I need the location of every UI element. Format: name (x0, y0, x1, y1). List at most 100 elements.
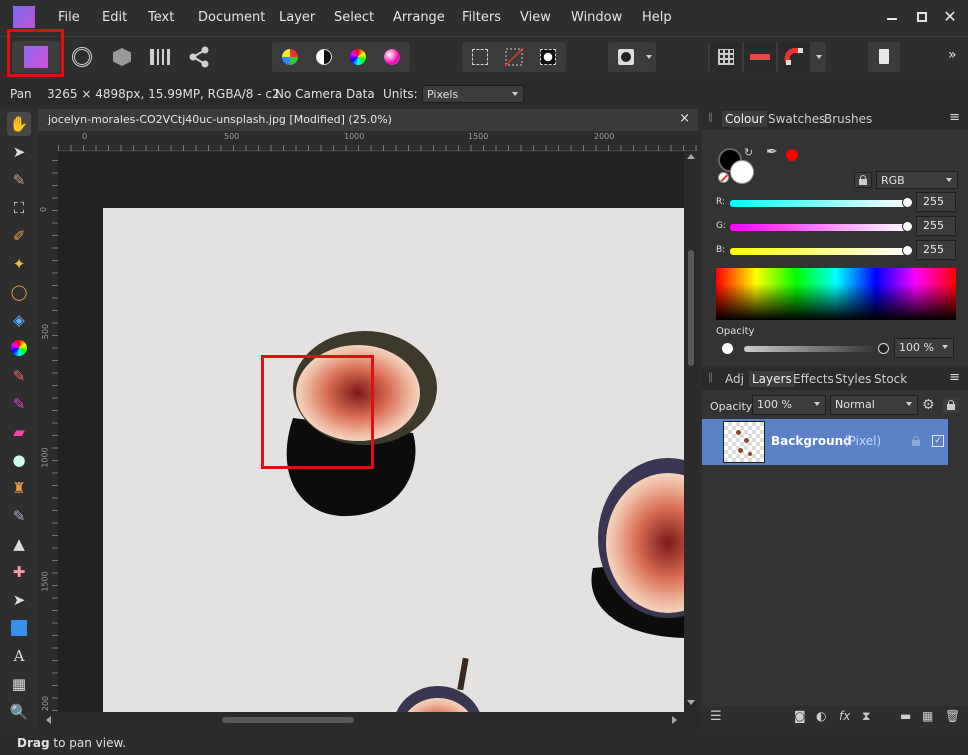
trash-button[interactable] (868, 42, 900, 72)
panel-menu-icon[interactable]: ≡ (949, 110, 960, 125)
no-fill-icon[interactable] (718, 172, 729, 183)
selection-brush-tool-icon[interactable]: ✐ (7, 224, 31, 248)
tab-layers[interactable]: Layers (749, 371, 795, 387)
tab-brushes[interactable]: Brushes (821, 111, 875, 127)
rectangle-tool-icon[interactable] (7, 616, 31, 640)
quick-mask-button[interactable] (610, 42, 642, 72)
lock-icon[interactable] (943, 397, 959, 413)
vertical-ruler[interactable]: 0 500 1000 1500 200 (38, 131, 58, 713)
assistant-button[interactable] (744, 42, 776, 72)
invert-selection-button[interactable] (532, 42, 564, 72)
horizontal-ruler[interactable]: px 0 500 1000 1500 2000 (38, 131, 698, 151)
red-value-input[interactable]: 255 (916, 192, 956, 212)
tab-swatches[interactable]: Swatches (765, 111, 828, 127)
scroll-up-icon[interactable] (687, 154, 695, 159)
menu-arrange[interactable]: Arrange (393, 10, 445, 25)
menu-document[interactable]: Document (198, 10, 265, 25)
delete-layer-icon[interactable]: 🗑 (945, 709, 960, 723)
red-slider-knob[interactable] (902, 197, 913, 208)
green-value-input[interactable]: 255 (916, 216, 956, 236)
menu-file[interactable]: File (58, 10, 80, 25)
layer-lock-icon[interactable] (912, 436, 920, 446)
tab-adjustments[interactable]: Adj (722, 371, 747, 387)
snapping-button[interactable] (778, 42, 810, 72)
crop-tool-icon[interactable]: ⛶ (7, 196, 31, 220)
live-filter-icon[interactable]: ⧗ (862, 709, 870, 724)
color-picker-tool-icon[interactable]: ✎ (7, 168, 31, 192)
levels-button[interactable] (274, 42, 306, 72)
liquify-persona-button[interactable] (66, 41, 98, 73)
green-slider-knob[interactable] (902, 221, 913, 232)
scroll-down-icon[interactable] (687, 700, 695, 705)
colour-spectrum[interactable] (716, 268, 956, 320)
opacity-value-select[interactable]: 100 % (894, 338, 954, 358)
picked-color-swatch[interactable] (786, 149, 798, 161)
gear-icon[interactable]: ⚙ (922, 397, 935, 413)
camera-info[interactable]: No Camera Data (275, 87, 375, 101)
tab-effects[interactable]: Effects (790, 371, 837, 387)
minimize-icon[interactable] (883, 8, 901, 26)
tab-styles[interactable]: Styles (832, 371, 874, 387)
green-slider-track[interactable] (730, 224, 908, 231)
sharpen-tool-icon[interactable]: ▲ (7, 532, 31, 556)
layer-opacity-select[interactable]: 100 % (752, 395, 826, 415)
red-slider-track[interactable] (730, 200, 908, 207)
layer-row-background[interactable]: Background (Pixel) ✓ (702, 419, 948, 465)
develop-persona-button[interactable] (106, 41, 136, 73)
lock-icon[interactable] (854, 172, 872, 188)
vertical-scrollbar[interactable] (684, 152, 698, 712)
menu-window[interactable]: Window (571, 10, 622, 25)
secondary-color-swatch[interactable] (730, 160, 754, 184)
menu-view[interactable]: View (520, 10, 551, 25)
menu-layer[interactable]: Layer (279, 10, 315, 25)
export-persona-button[interactable] (184, 41, 214, 73)
swap-colors-icon[interactable]: ↻ (744, 146, 753, 159)
mask-layer-icon[interactable]: ◙ (794, 709, 806, 723)
adjustment-layer-icon[interactable]: ◐ (816, 709, 826, 723)
blue-value-input[interactable]: 255 (916, 240, 956, 260)
clone-brush-tool-icon[interactable]: ♜ (7, 476, 31, 500)
eyedropper-icon[interactable]: ✒ (766, 144, 778, 160)
units-select[interactable]: Pixels (422, 85, 524, 103)
new-pixel-layer-icon[interactable]: ▦ (922, 709, 933, 723)
blemish-removal-tool-icon[interactable]: ✎ (7, 504, 31, 528)
tone-mapping-persona-button[interactable] (144, 41, 174, 73)
hand-tool-icon[interactable]: ✋ (7, 112, 31, 136)
menu-edit[interactable]: Edit (102, 10, 127, 25)
black-white-button[interactable] (308, 42, 340, 72)
deselect-button[interactable] (498, 42, 530, 72)
layer-visibility-checkbox[interactable]: ✓ (932, 435, 944, 447)
hsl-button[interactable] (342, 42, 374, 72)
panel-grip-icon[interactable]: ‖ (708, 372, 713, 383)
gradient-tool-icon[interactable] (7, 336, 31, 360)
tab-colour[interactable]: Colour (722, 111, 767, 127)
white-balance-button[interactable] (376, 42, 408, 72)
paint-brush-tool-icon[interactable]: ✎ (7, 364, 31, 388)
chevron-down-icon[interactable] (816, 55, 822, 59)
panel-menu-icon[interactable]: ≡ (949, 370, 960, 385)
close-document-icon[interactable]: × (679, 111, 690, 126)
menu-text[interactable]: Text (148, 10, 174, 25)
text-tool-icon[interactable]: A (7, 644, 31, 668)
toolbar-overflow-button[interactable]: » (948, 47, 957, 63)
mesh-warp-tool-icon[interactable]: ▦ (7, 672, 31, 696)
chevron-down-icon[interactable] (646, 55, 652, 59)
horizontal-scroll-thumb[interactable] (222, 717, 354, 723)
vertical-scroll-thumb[interactable] (688, 250, 694, 366)
tab-stock[interactable]: Stock (871, 371, 910, 387)
freehand-selection-tool-icon[interactable]: ◯ (7, 280, 31, 304)
fx-icon[interactable]: fx (839, 709, 850, 723)
menu-help[interactable]: Help (642, 10, 672, 25)
document-tab[interactable]: jocelyn-morales-CO2VCtj40uc-unsplash.jpg… (38, 109, 698, 131)
maximize-icon[interactable] (913, 8, 931, 26)
layers-stack-icon[interactable]: ☰ (710, 709, 722, 724)
colour-model-select[interactable]: RGB (876, 171, 958, 189)
menu-select[interactable]: Select (334, 10, 374, 25)
flood-select-tool-icon[interactable]: ✦ (7, 252, 31, 276)
opacity-slider-track[interactable] (744, 346, 878, 352)
erase-brush-tool-icon[interactable]: ▰ (7, 420, 31, 444)
bandage-tool-icon[interactable]: ✚ (7, 560, 31, 584)
horizontal-scrollbar[interactable] (38, 712, 698, 728)
grid-button[interactable] (710, 42, 742, 72)
flood-fill-tool-icon[interactable]: ◈ (7, 308, 31, 332)
